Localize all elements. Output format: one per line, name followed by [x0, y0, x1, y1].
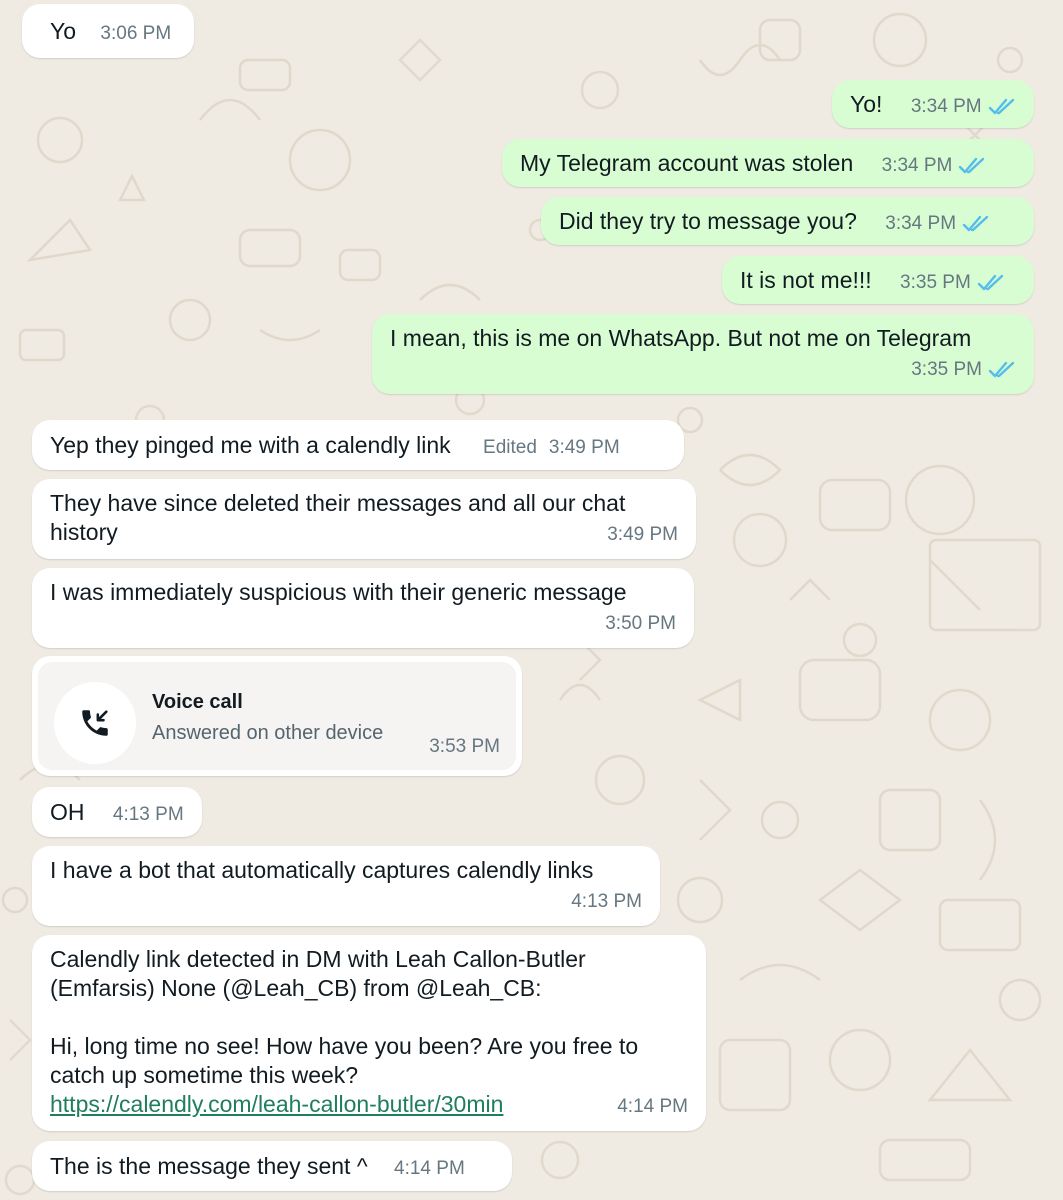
message-text: Did they try to message you? — [559, 208, 857, 234]
message-time: 4:13 PM — [112, 804, 184, 825]
message-text: Calendly link detected in DM with Leah C… — [50, 946, 639, 1088]
read-receipt-icon — [988, 361, 1015, 378]
message-time: 3:49 PM — [607, 524, 678, 545]
message-text: I mean, this is me on WhatsApp. But not … — [390, 325, 972, 351]
message-text: OH — [50, 799, 85, 825]
outgoing-message[interactable]: Did they try to message you? 3:34 PM — [541, 197, 1034, 245]
message-time: 3:34 PM — [911, 96, 1016, 118]
message-time: 3:34 PM — [885, 213, 990, 235]
message-text: My Telegram account was stolen — [520, 150, 854, 176]
message-text: I was immediately suspicious with their … — [50, 579, 627, 605]
incoming-message[interactable]: OH 4:13 PM — [32, 787, 202, 837]
message-time: 4:14 PM — [617, 1096, 688, 1117]
message-text: I have a bot that automatically captures… — [50, 857, 594, 883]
voice-call-card[interactable]: Voice call Answered on other device 3:53… — [38, 662, 516, 770]
read-receipt-icon — [988, 98, 1014, 115]
edited-label: Edited — [483, 437, 537, 458]
message-time: 3:35 PM — [911, 359, 1016, 381]
message-text: Yo — [50, 18, 77, 44]
read-receipt-icon — [959, 157, 985, 174]
incoming-message[interactable]: I was immediately suspicious with their … — [32, 568, 694, 648]
message-time: 3:53 PM — [429, 736, 500, 757]
calendly-link[interactable]: https://calendly.com/leah-callon-butler/… — [50, 1091, 503, 1117]
read-receipt-icon — [962, 215, 989, 232]
outgoing-message[interactable]: It is not me!!! 3:35 PM — [722, 256, 1034, 304]
message-text: They have since deleted their messages a… — [50, 490, 632, 545]
message-text: The is the message they sent ^ — [50, 1153, 368, 1179]
message-time: 3:34 PM — [882, 155, 987, 177]
message-time: Edited 3:49 PM — [483, 437, 620, 458]
chat-message-list[interactable]: Yo 3:06 PM Yo! 3:34 PM My Telegram accou… — [0, 0, 1063, 1200]
incoming-message[interactable]: I have a bot that automatically captures… — [32, 846, 660, 926]
incoming-message[interactable]: They have since deleted their messages a… — [32, 479, 696, 559]
outgoing-message[interactable]: I mean, this is me on WhatsApp. But not … — [372, 314, 1034, 394]
call-title: Voice call — [152, 691, 243, 713]
message-time: 3:35 PM — [900, 272, 1005, 294]
message-text: Yep they pinged me with a calendly link — [50, 432, 451, 458]
incoming-message[interactable]: Yep they pinged me with a calendly link … — [32, 420, 684, 470]
message-text: It is not me!!! — [740, 267, 872, 293]
call-subtitle: Answered on other device — [152, 722, 384, 744]
message-time: 3:50 PM — [605, 613, 676, 634]
outgoing-message[interactable]: Yo! 3:34 PM — [832, 80, 1034, 128]
message-time: 4:13 PM — [571, 891, 642, 912]
message-time: 4:14 PM — [394, 1158, 465, 1179]
read-receipt-icon — [977, 274, 1004, 291]
incoming-message[interactable]: The is the message they sent ^ 4:14 PM — [32, 1141, 512, 1191]
message-text: Yo! — [850, 91, 883, 117]
incoming-message[interactable]: Calendly link detected in DM with Leah C… — [32, 935, 706, 1131]
message-time: 3:06 PM — [100, 23, 172, 44]
incoming-message[interactable]: Yo 3:06 PM — [22, 4, 194, 58]
voice-call-message[interactable]: Voice call Answered on other device 3:53… — [32, 656, 522, 776]
outgoing-message[interactable]: My Telegram account was stolen 3:34 PM — [502, 139, 1034, 187]
incoming-call-icon — [54, 682, 136, 764]
